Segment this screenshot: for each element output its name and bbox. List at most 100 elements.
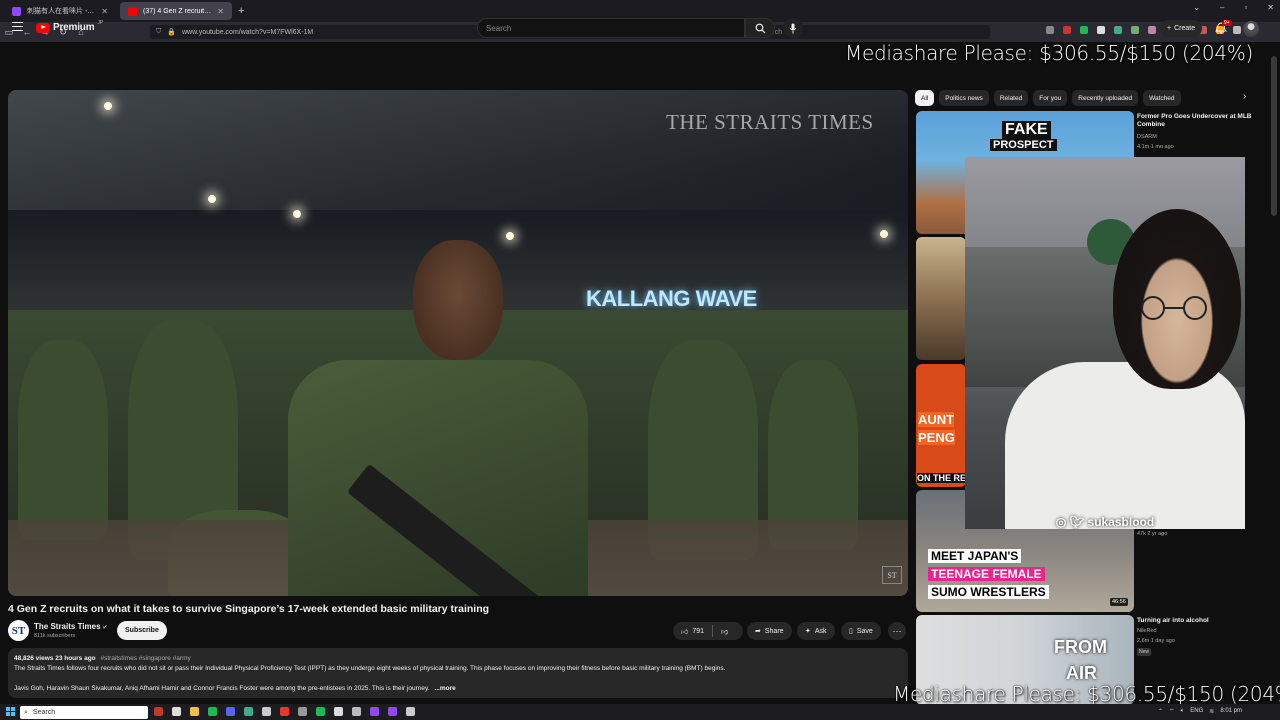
hamburger-menu-icon[interactable] — [12, 22, 23, 31]
youtube-play-icon — [36, 22, 50, 33]
channel-name[interactable]: The Straits Times ✔ — [34, 622, 108, 631]
chevron-right-icon[interactable]: › — [1243, 91, 1246, 102]
share-label: Share — [764, 627, 784, 635]
ask-label: Ask — [814, 627, 827, 635]
channel-corner-logo[interactable]: ST — [882, 566, 902, 584]
streamer-webcam: ◎ 🐦︎ sukasblood — [965, 157, 1245, 529]
ask-button[interactable]: ✦ Ask — [797, 622, 835, 640]
tab-label: (37) 4 Gen Z recruits on wh — [143, 7, 211, 15]
recommended-channel[interactable]: NileRed — [1137, 628, 1157, 634]
discord-icon[interactable] — [226, 707, 235, 716]
chip-related[interactable]: Related — [993, 90, 1029, 106]
recommended-thumbnail[interactable] — [916, 237, 966, 360]
windows-start-icon[interactable] — [6, 707, 15, 716]
recommended-title[interactable]: Former Pro Goes Undercover at MLB Combin… — [1137, 113, 1257, 129]
description-box[interactable]: 48,826 views 23 hours ago #straitstimes … — [8, 648, 908, 698]
hashtags[interactable]: #straitstimes #singapore #army — [100, 655, 190, 662]
logo-country: JP — [97, 19, 103, 26]
close-window-button[interactable]: ✕ — [1267, 3, 1274, 12]
create-button[interactable]: + Create — [1160, 20, 1203, 37]
maximize-button[interactable]: ▫ — [1244, 3, 1247, 12]
video-watermark: THE STRAITS TIMES — [666, 110, 874, 134]
subscribe-button[interactable]: Subscribe — [117, 621, 167, 640]
extension-icon[interactable] — [1097, 26, 1105, 34]
share-button[interactable]: ➦ Share — [747, 622, 792, 640]
app-icon[interactable] — [352, 707, 361, 716]
recommended-meta: 47k 2 yr ago — [1137, 531, 1168, 537]
network-icon[interactable]: ⌔ — [1169, 707, 1175, 715]
voice-search-button[interactable] — [783, 18, 803, 38]
lock-icon: 🔒 — [167, 29, 176, 36]
chip-politics-news[interactable]: Politics news — [939, 90, 989, 106]
show-more-link[interactable]: ...more — [434, 685, 455, 692]
page-scrollbar[interactable] — [1271, 56, 1277, 216]
app-icon[interactable] — [262, 707, 271, 716]
instagram-icon: ◎ — [1055, 514, 1067, 529]
chevron-down-icon[interactable]: ⌄ — [1193, 3, 1200, 12]
library-icon[interactable] — [1046, 26, 1054, 34]
app-icon[interactable] — [280, 707, 289, 716]
app-icon[interactable] — [334, 707, 343, 716]
chip-all[interactable]: All — [915, 90, 935, 106]
new-badge: New — [1137, 648, 1152, 656]
save-label: Save — [856, 627, 873, 635]
tab-youtube[interactable]: (37) 4 Gen Z recruits on wh ✕ — [120, 2, 232, 20]
search-button[interactable] — [745, 18, 775, 38]
dislike-button[interactable]: 👎︎ — [721, 627, 728, 636]
minimize-button[interactable]: – — [1220, 3, 1224, 12]
app-icon[interactable] — [298, 707, 307, 716]
like-button[interactable]: 👍︎ 791 — [681, 627, 704, 636]
app-icon[interactable] — [406, 707, 415, 716]
extensions-menu-icon[interactable] — [1233, 26, 1241, 34]
like-count: 791 — [692, 627, 705, 635]
close-icon[interactable]: ✕ — [217, 7, 224, 16]
notification-badge: 9+ — [1222, 20, 1232, 26]
verified-icon: ✔ — [102, 625, 108, 631]
channel-avatar[interactable]: ST — [8, 620, 29, 641]
new-tab-button[interactable]: + — [238, 5, 244, 17]
thumbs-up-icon: 👍︎ — [681, 628, 689, 636]
venue-sign: KALLANG WAVE — [586, 286, 757, 311]
app-icon[interactable] — [316, 707, 325, 716]
extension-icon[interactable] — [1080, 26, 1088, 34]
close-icon[interactable]: ✕ — [101, 7, 108, 16]
thumbnail-text: PROSPECT — [990, 139, 1057, 151]
taskbar-search-field[interactable]: ⌕ Search — [20, 706, 148, 719]
thumbnail-text: ON THE RED — [917, 473, 966, 483]
chevron-up-icon[interactable]: ⌃ — [1158, 708, 1163, 715]
extension-icon[interactable] — [1063, 26, 1071, 34]
youtube-icon — [128, 6, 137, 16]
spotify-icon[interactable] — [208, 707, 217, 716]
video-duration: 46:56 — [1110, 598, 1128, 606]
recommended-title[interactable]: Turning air into alcohol — [1137, 617, 1257, 625]
chip-for-you[interactable]: For you — [1033, 90, 1068, 106]
youtube-premium-logo[interactable]: Premium JP — [36, 19, 103, 33]
app-icon[interactable] — [388, 707, 397, 716]
extension-icon[interactable] — [1114, 26, 1122, 34]
save-button[interactable]: ▯ Save — [841, 622, 881, 640]
recommended-thumbnail[interactable]: AUNT PENG ON THE RED — [916, 364, 966, 487]
avatar[interactable] — [1243, 21, 1259, 37]
extension-icon[interactable] — [1148, 26, 1156, 34]
volume-icon[interactable]: 🔈︎ — [1181, 708, 1185, 715]
chip-watched[interactable]: Watched — [1143, 90, 1181, 106]
video-title: 4 Gen Z recruits on what it takes to sur… — [8, 603, 490, 615]
search-icon: ⌕ — [24, 708, 28, 716]
file-explorer-icon[interactable] — [190, 707, 199, 716]
app-icon[interactable] — [154, 707, 163, 716]
chip-recently-uploaded[interactable]: Recently uploaded — [1072, 90, 1139, 106]
more-actions-button[interactable]: ⋯ — [888, 622, 906, 640]
tab-twitch[interactable]: 刺猫有人在看咪片 - Twitch ✕ — [4, 2, 116, 20]
twitch-icon[interactable] — [370, 707, 379, 716]
twitter-icon: 🐦︎ — [1069, 514, 1085, 529]
app-icon[interactable] — [244, 707, 253, 716]
video-player[interactable]: KALLANG WAVE THE STRAITS TIMES ST — [8, 90, 908, 596]
clock[interactable]: 8:01 pm — [1220, 708, 1242, 714]
app-icon[interactable] — [172, 707, 181, 716]
recommended-channel[interactable]: DSARM — [1137, 134, 1157, 140]
glasses-icon — [1141, 296, 1207, 320]
wifi-icon[interactable]: ≋ — [1209, 708, 1214, 715]
extension-icon[interactable] — [1131, 26, 1139, 34]
language-indicator[interactable]: ENG — [1190, 708, 1203, 714]
search-input[interactable]: Search — [477, 18, 745, 38]
